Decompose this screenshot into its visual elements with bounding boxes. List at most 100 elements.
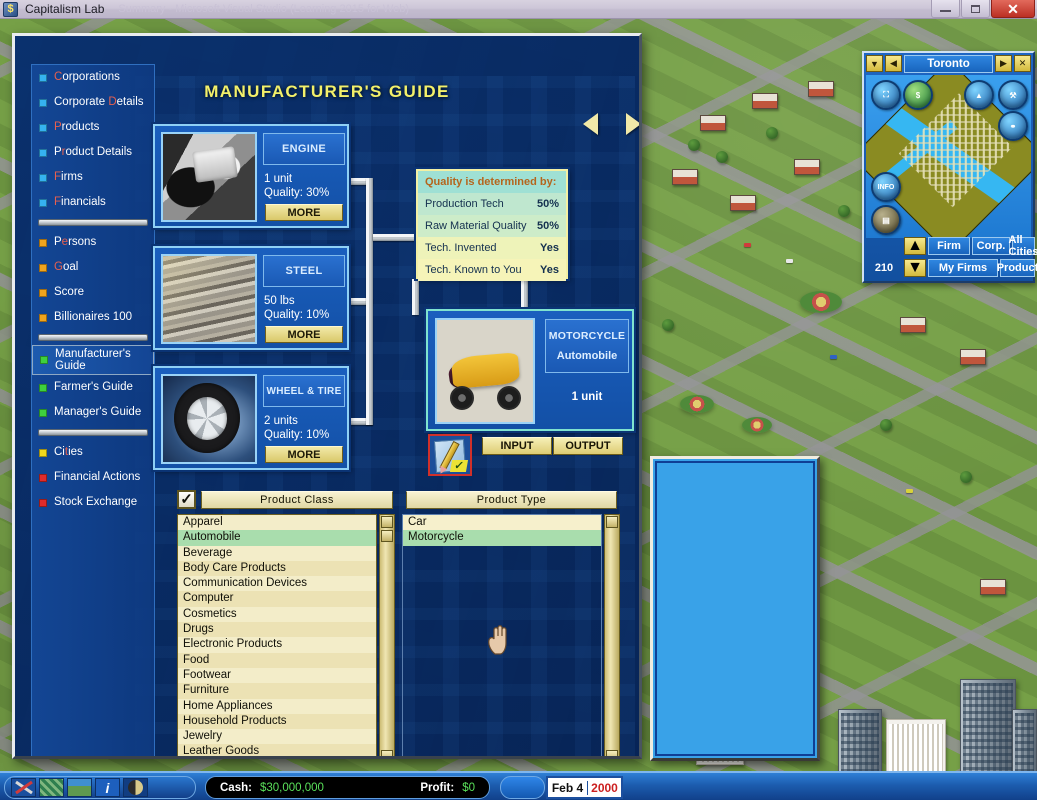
list-item[interactable]: Footwear [178,668,376,683]
info-icon[interactable]: i [95,778,120,797]
scroll-down-icon[interactable]: ▼ [904,259,926,277]
checkmark-icon [449,460,469,472]
list-item[interactable]: Home Appliances [178,699,376,714]
tools-icon[interactable] [11,778,36,797]
output-units: 1 unit [571,391,603,403]
list-item-selected[interactable]: Automobile [178,530,376,546]
minimap-menu-button[interactable]: ▼ [866,55,883,72]
list-item[interactable]: Body Care Products [178,560,376,577]
list-item[interactable]: Jewelry [178,729,376,744]
map-icon[interactable] [39,778,64,797]
scroll-thumb[interactable] [381,530,393,542]
more-button[interactable]: MORE [265,326,343,343]
minimap-canvas[interactable]: ⛶ $ ▲ ⚒ ⚭ INFO ▤ [866,75,1031,238]
list-item[interactable]: Furniture [178,683,376,699]
input-material-card[interactable]: STEEL 50 lbs Quality: 10% MORE [153,246,349,350]
scroll-up-icon[interactable]: ▲ [904,237,926,255]
filter-all-cities-button[interactable]: All Cities [1009,234,1037,258]
filter-product-button[interactable]: Product [997,259,1037,277]
next-page-arrow[interactable] [626,113,639,135]
hud-spare-panel[interactable] [500,776,545,799]
list-item[interactable]: Leather Goods [178,744,376,756]
scroll-down-icon[interactable] [381,750,393,756]
output-product-card[interactable]: MOTORCYCLE Automobile 1 unit [426,309,634,431]
world-icon[interactable] [67,778,92,797]
minimap-counter: 210 [874,262,894,274]
list-item[interactable]: Beverage [178,546,376,561]
sidebar-item-stock-exchange[interactable]: Stock Exchange [32,490,154,515]
scroll-down-icon[interactable] [606,750,618,756]
buildings-icon[interactable]: ⛶ [871,80,901,110]
filter-corp-button[interactable]: Corp. [972,237,1010,255]
filter-my-firms-button[interactable]: My Firms [928,259,998,277]
list-item[interactable]: Drugs [178,622,376,638]
minimap-city-name: Toronto [904,55,993,73]
link-icon[interactable]: ⚭ [998,111,1028,141]
sidebar-item-managers-guide[interactable]: Manager's Guide [32,400,154,425]
prev-page-arrow[interactable] [583,113,598,135]
profit-label: Profit: [420,781,455,794]
list-item[interactable]: Food [178,652,376,668]
product-class-list[interactable]: Apparel Automobile Beverage Body Care Pr… [177,514,377,756]
minimap-next-city-button[interactable]: ▶ [995,55,1012,72]
sidebar-item-corporate-details[interactable]: Corporate Details [32,90,154,115]
sidebar-item-firms[interactable]: Firms [32,165,154,190]
filter-firm-button[interactable]: Firm [928,237,970,255]
more-button[interactable]: MORE [265,204,343,221]
hammer-icon[interactable]: ⚒ [998,80,1028,110]
quality-row-label: Raw Material Quality [425,220,527,232]
product-class-scrollbar[interactable] [379,514,395,756]
maximize-button[interactable] [961,0,990,18]
sidebar-item-persons[interactable]: Persons [32,230,154,255]
scroll-up-icon[interactable] [381,516,393,528]
sidebar-item-farmers-guide[interactable]: Farmer's Guide [32,375,154,400]
sidebar-item-financials[interactable]: Financials [32,190,154,215]
sidebar-divider [38,334,148,341]
sidebar-item-goal[interactable]: Goal [32,255,154,280]
sidebar-item-label: Financials [54,196,106,209]
input-material-card[interactable]: WHEEL & TIRE 2 units Quality: 10% MORE [153,366,349,470]
more-button[interactable]: MORE [265,446,343,463]
speed-icon[interactable] [123,778,148,797]
sidebar-item-product-details[interactable]: Product Details [32,140,154,165]
product-type-scrollbar[interactable] [604,514,620,756]
sidebar-item-products[interactable]: Products [32,115,154,140]
detail-info-panel[interactable] [650,456,820,761]
edit-product-button[interactable] [428,434,472,476]
list-item[interactable]: Car [403,515,601,531]
input-tab-button[interactable]: INPUT [482,437,552,455]
game-viewport[interactable]: MANUFACTURER'S GUIDE Corporations Corpor… [0,19,1037,800]
game-date-display[interactable]: Feb 4 2000 [546,776,623,799]
minimap-prev-city-button[interactable]: ◀ [885,55,902,72]
list-item[interactable]: Household Products [178,713,376,730]
input-material-card[interactable]: ENGINE 1 unit Quality: 30% MORE [153,124,349,228]
list-item[interactable]: Cosmetics [178,607,376,622]
material-quantity-quality: 2 units Quality: 10% [264,414,329,442]
output-tab-button[interactable]: OUTPUT [553,437,623,455]
info-icon[interactable]: INFO [871,172,901,202]
sidebar-item-billionaires-100[interactable]: Billionaires 100 [32,305,154,330]
money-icon[interactable]: $ [903,80,933,110]
minimize-button[interactable] [931,0,960,18]
close-button[interactable]: ✕ [991,0,1035,18]
list-item[interactable]: Communication Devices [178,576,376,591]
sidebar-item-score[interactable]: Score [32,280,154,305]
sidebar-item-corporations[interactable]: Corporations [32,65,154,90]
list-item-selected[interactable]: Motorcycle [403,530,601,546]
close-icon: ✕ [1007,0,1019,17]
product-type-list[interactable]: Car Motorcycle [402,514,602,756]
list-item[interactable]: Electronic Products [178,637,376,652]
titlebar-background-text: Summary - Microsoft Visual Studio (Learn… [118,3,409,15]
warehouse-icon[interactable]: ▤ [871,205,901,235]
scroll-up-icon[interactable] [606,516,618,528]
list-item[interactable]: Apparel [178,515,376,530]
sidebar-item-financial-actions[interactable]: Financial Actions [32,465,154,490]
chart-icon[interactable]: ▲ [964,80,994,110]
sidebar-item-manufacturers-guide[interactable]: Manufacturer's Guide [32,345,154,375]
enable-checkbox[interactable] [177,490,196,509]
minimap-close-button[interactable]: ✕ [1014,55,1031,72]
quality-row-value: 50% [536,198,559,210]
list-item[interactable]: Computer [178,591,376,607]
quality-row-value: Yes [540,242,559,254]
sidebar-item-cities[interactable]: Cities [32,440,154,465]
